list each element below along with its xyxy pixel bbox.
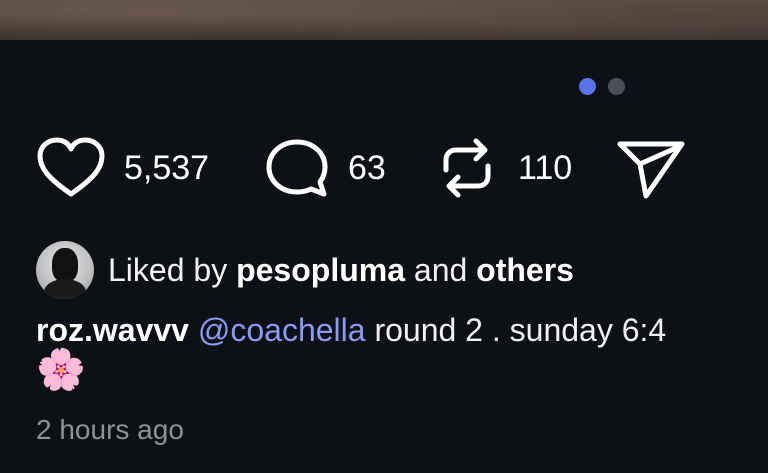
liked-by-row[interactable]: Liked by pesopluma and others bbox=[36, 241, 574, 299]
repost-button[interactable] bbox=[438, 136, 496, 200]
post-timestamp: 2 hours ago bbox=[36, 414, 184, 445]
carousel-dot[interactable] bbox=[608, 78, 625, 95]
liked-by-prefix: Liked by bbox=[108, 252, 228, 288]
comment-count[interactable]: 63 bbox=[348, 148, 386, 188]
comment-button[interactable] bbox=[264, 136, 330, 200]
caption-mention[interactable]: @coachella bbox=[198, 312, 366, 348]
liked-by-user[interactable]: pesopluma bbox=[236, 252, 405, 288]
like-button[interactable] bbox=[36, 136, 106, 200]
comment-icon bbox=[266, 139, 328, 197]
post-caption: roz.wavvv @coachella round 2 . sunday 6:… bbox=[36, 308, 768, 352]
post-photo[interactable] bbox=[0, 0, 768, 40]
share-button[interactable] bbox=[616, 136, 686, 200]
liked-by-text: Liked by pesopluma and others bbox=[108, 250, 574, 290]
caption-username[interactable]: roz.wavvv bbox=[36, 312, 189, 348]
carousel-dot-active[interactable] bbox=[579, 78, 596, 95]
heart-icon bbox=[37, 137, 105, 197]
like-count[interactable]: 5,537 bbox=[124, 148, 209, 188]
liked-by-joiner: and bbox=[413, 252, 468, 288]
caption-emoji: 🌸 bbox=[36, 348, 86, 392]
caption-text: round 2 . sunday 6:4 bbox=[374, 312, 667, 348]
repost-icon bbox=[443, 138, 491, 198]
avatar[interactable] bbox=[36, 241, 94, 299]
send-icon bbox=[617, 141, 685, 199]
carousel-indicator bbox=[579, 78, 625, 95]
liked-by-others[interactable]: others bbox=[476, 252, 574, 288]
repost-count[interactable]: 110 bbox=[518, 148, 572, 188]
